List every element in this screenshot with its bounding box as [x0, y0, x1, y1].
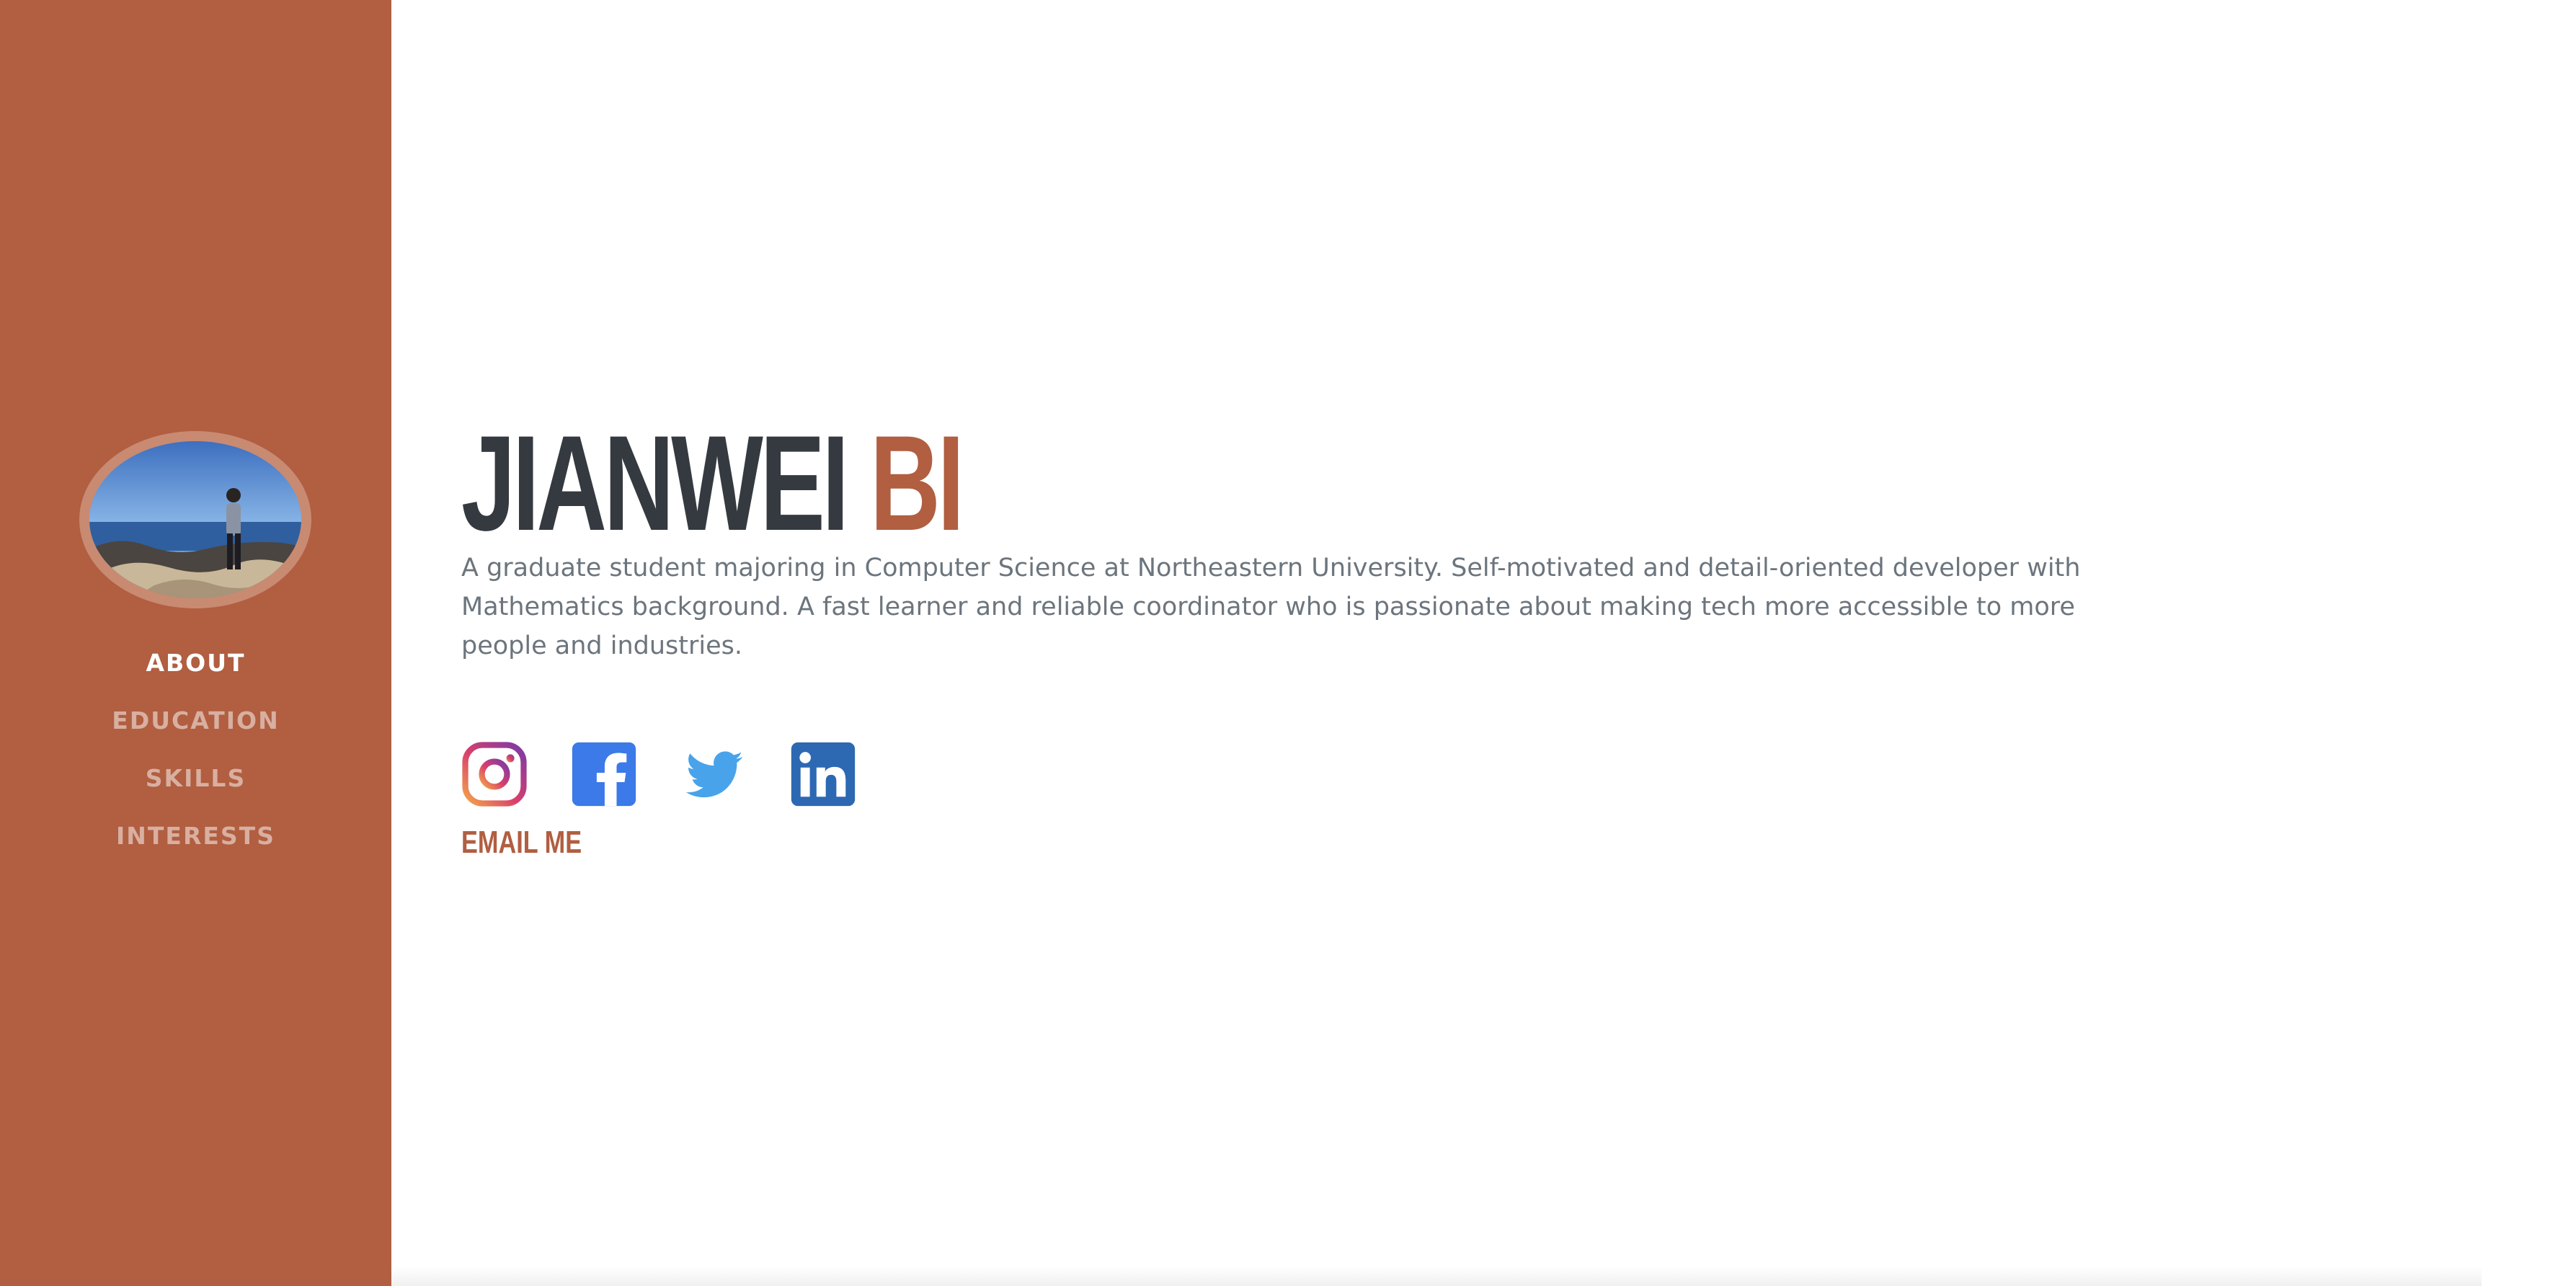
first-name: JIANWEI: [461, 407, 849, 559]
profile-photo: [89, 441, 301, 598]
profile-avatar: [79, 431, 311, 608]
sidebar: ABOUT EDUCATION SKILLS INTERESTS: [0, 0, 391, 1286]
bottom-shadow: [391, 1266, 2482, 1286]
page-title: JIANWEI BI: [461, 411, 964, 555]
instagram-icon[interactable]: [461, 741, 528, 807]
facebook-icon[interactable]: [571, 741, 637, 807]
bio-text: A graduate student majoring in Computer …: [461, 554, 2081, 660]
linkedin-icon[interactable]: [790, 741, 856, 807]
about-section: JIANWEI BI A graduate student majoring i…: [391, 0, 2576, 1286]
nav-item-education[interactable]: EDUCATION: [0, 699, 391, 757]
nav-item-skills[interactable]: SKILLS: [0, 757, 391, 815]
nav-item-interests[interactable]: INTERESTS: [0, 815, 391, 872]
email-me-link[interactable]: EMAIL ME: [461, 825, 582, 861]
last-name: BI: [870, 407, 964, 559]
nav-item-about[interactable]: ABOUT: [0, 642, 391, 699]
twitter-icon[interactable]: [680, 741, 747, 807]
social-links: [461, 741, 856, 807]
main-nav: ABOUT EDUCATION SKILLS INTERESTS: [0, 642, 391, 872]
